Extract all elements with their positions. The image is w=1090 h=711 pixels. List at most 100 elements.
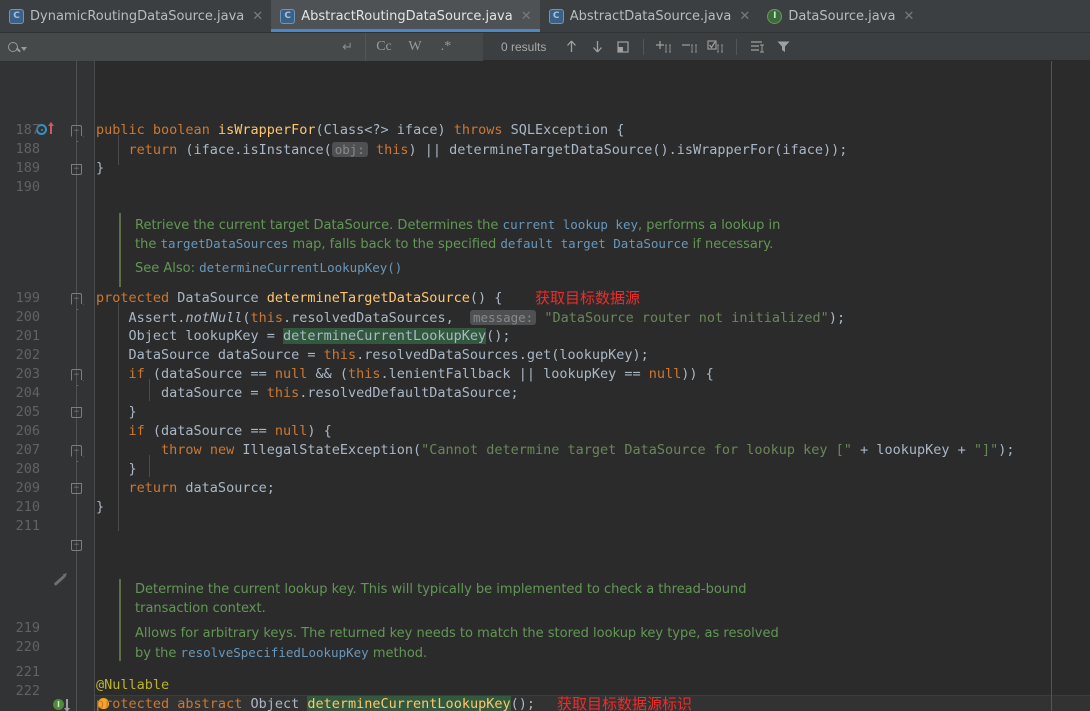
code-line-202: DataSource dataSource = this.resolvedDat…	[128, 347, 649, 363]
java-class-icon: C	[548, 8, 564, 24]
fold-marker[interactable]: −	[71, 293, 82, 304]
code-line-220: protected abstract Object determineCurre…	[96, 696, 535, 711]
fold-marker[interactable]: −	[71, 445, 82, 456]
line-number: 201	[15, 328, 40, 344]
tab-label: AbstractDataSource.java	[569, 8, 732, 24]
code-editor[interactable]: I 187 188 189 190 199 200 201 202 203 20…	[0, 61, 1090, 711]
find-nav-icons	[559, 36, 795, 58]
divider	[736, 38, 738, 55]
java-class-icon: C	[280, 8, 296, 24]
code-line-199: protected DataSource determineTargetData…	[96, 290, 503, 306]
line-number: 205	[15, 404, 40, 420]
line-number: 219	[15, 620, 40, 636]
editor-tab-bar: C DynamicRoutingDataSource.java ✕ C Abst…	[0, 0, 1090, 33]
javadoc-line: Retrieve the current target DataSource. …	[135, 217, 781, 233]
search-icon	[8, 41, 18, 52]
code-line-200: Assert.notNull(this.resolvedDataSources,…	[128, 310, 846, 326]
select-all-icon[interactable]	[611, 36, 635, 58]
tab-datasource[interactable]: I DataSource.java ✕	[758, 0, 922, 32]
line-number: 221	[15, 664, 40, 680]
code-line-210: }	[96, 499, 105, 515]
fold-marker[interactable]: −	[71, 540, 82, 551]
line-number: 204	[15, 385, 40, 401]
code-line-201: Object lookupKey = determineCurrentLooku…	[128, 328, 511, 344]
tab-abstract-routing-datasource[interactable]: C AbstractRoutingDataSource.java ✕	[271, 0, 541, 32]
tab-label: AbstractRoutingDataSource.java	[301, 8, 513, 24]
arrow-down-icon[interactable]	[585, 36, 609, 58]
fold-marker[interactable]: −	[71, 407, 82, 418]
code-line-204: dataSource = this.resolvedDefaultDataSou…	[96, 385, 519, 401]
implemented-method-icon[interactable]: I	[53, 699, 64, 710]
line-number: 202	[15, 347, 40, 363]
close-icon[interactable]: ✕	[739, 10, 750, 23]
line-number: 199	[15, 290, 40, 306]
fold-gutter-strip	[76, 61, 77, 711]
select-occurrences-icon[interactable]	[704, 36, 728, 58]
javadoc-line: transaction context.	[135, 601, 266, 616]
line-number: 209	[15, 480, 40, 496]
code-line-207: throw new IllegalStateException("Cannot …	[161, 442, 1015, 458]
tab-label: DynamicRoutingDataSource.java	[30, 8, 245, 24]
line-number: 203	[15, 366, 40, 382]
line-number: 208	[15, 461, 40, 477]
line-number: 207	[15, 442, 40, 458]
regex-toggle[interactable]: .*	[431, 36, 461, 58]
javadoc-block-2: Determine the current lookup key. This w…	[135, 580, 779, 662]
tab-label: DataSource.java	[788, 8, 896, 24]
line-number: 211	[15, 518, 40, 534]
override-arrow-icon[interactable]	[48, 122, 53, 134]
match-case-toggle[interactable]: Cc	[369, 36, 399, 58]
close-icon[interactable]: ✕	[521, 10, 532, 23]
fold-marker[interactable]: −	[71, 483, 82, 494]
line-number: 188	[15, 141, 40, 157]
find-toolbar: ↵ Cc W .* 0 results	[0, 32, 1090, 61]
code-line-205: }	[96, 404, 137, 420]
javadoc-line: by the resolveSpecifiedLookupKey method.	[135, 645, 428, 661]
java-class-icon: C	[9, 8, 24, 24]
code-line-188: return (iface.isInstance(obj: this) || d…	[128, 142, 848, 158]
regex-newline-icon[interactable]: ↵	[336, 37, 359, 57]
code-line-219: @Nullable	[96, 677, 170, 693]
find-option-toggles: Cc W .*	[365, 32, 483, 61]
tab-abstract-datasource[interactable]: C AbstractDataSource.java ✕	[540, 0, 759, 32]
fold-marker[interactable]: −	[71, 369, 82, 380]
add-occurrence-icon[interactable]	[652, 36, 676, 58]
fold-marker[interactable]: −	[71, 164, 82, 175]
line-number: 220	[15, 639, 40, 655]
result-count-label: 0 results	[501, 39, 547, 54]
javadoc-accent-bar	[119, 213, 121, 287]
fold-marker[interactable]: −	[71, 125, 82, 136]
line-number: 222	[15, 683, 40, 699]
implementation-arrow-icon[interactable]	[64, 699, 69, 711]
filter-settings-icon[interactable]	[745, 36, 769, 58]
words-toggle[interactable]: W	[400, 36, 430, 58]
divider	[643, 38, 645, 55]
chinese-annotation-lookup-key: 获取目标数据源标识	[557, 695, 693, 711]
code-line-208: }	[96, 461, 137, 477]
java-interface-icon: I	[767, 8, 783, 24]
javadoc-line: Determine the current lookup key. This w…	[135, 582, 747, 597]
code-line-189: }	[96, 160, 105, 176]
javadoc-line: Allows for arbitrary keys. The returned …	[135, 626, 779, 641]
line-number: 210	[15, 499, 40, 515]
javadoc-accent-bar	[119, 579, 121, 661]
close-icon[interactable]: ✕	[252, 10, 263, 23]
filter-icon[interactable]	[771, 36, 795, 58]
javadoc-see-also: See Also: determineCurrentLookupKey()	[135, 260, 403, 276]
line-number: 190	[15, 179, 40, 195]
code-line-187: public boolean isWrapperFor(Class<?> ifa…	[96, 122, 625, 138]
code-line-209: return dataSource;	[128, 480, 275, 496]
line-number: 200	[15, 309, 40, 325]
javadoc-link[interactable]: determineCurrentLookupKey()	[199, 260, 402, 275]
chevron-down-icon[interactable]	[21, 47, 27, 51]
right-margin-guide	[1051, 61, 1052, 711]
chinese-annotation-target-datasource: 获取目标数据源	[535, 289, 641, 307]
search-field-container[interactable]	[0, 32, 285, 61]
javadoc-block-1: Retrieve the current target DataSource. …	[135, 215, 780, 277]
code-line-203: if (dataSource == null && (this.lenientF…	[128, 366, 714, 382]
arrow-up-icon[interactable]	[559, 36, 583, 58]
remove-occurrence-icon[interactable]	[678, 36, 702, 58]
close-icon[interactable]: ✕	[903, 10, 914, 23]
tab-dynamic-routing-datasource[interactable]: C DynamicRoutingDataSource.java ✕	[0, 0, 271, 32]
javadoc-line: the targetDataSources map, falls back to…	[135, 236, 774, 252]
